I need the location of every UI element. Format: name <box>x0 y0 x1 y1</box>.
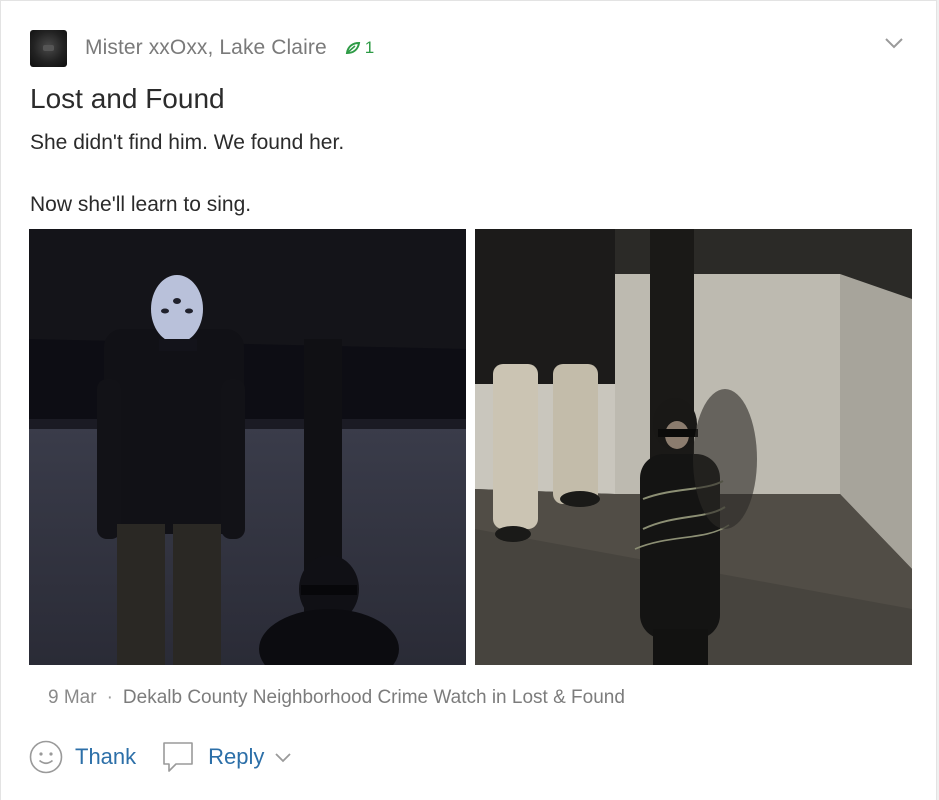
thank-button[interactable]: Thank <box>29 740 136 774</box>
photo-gallery <box>29 229 912 665</box>
post-body: She didn't find him. We found her. Now s… <box>30 127 344 220</box>
smiley-icon <box>29 740 63 774</box>
meta-separator: · <box>106 687 113 708</box>
leaf-badge: 1 <box>345 38 374 58</box>
masked-figure-photo[interactable] <box>29 229 466 665</box>
thank-label: Thank <box>75 744 137 769</box>
post-actions: Thank Reply <box>29 739 292 775</box>
restrained-person-photo[interactable] <box>475 229 912 665</box>
chevron-down-icon[interactable] <box>884 37 904 49</box>
author-name[interactable]: Mister xxOxx, Lake Claire <box>85 36 327 60</box>
post-meta: 9 Mar · Dekalb County Neighborhood Crime… <box>48 687 625 709</box>
speech-bubble-icon <box>163 742 193 772</box>
leaf-count: 1 <box>364 38 375 57</box>
avatar[interactable] <box>30 29 67 67</box>
post-group-link[interactable]: Dekalb County Neighborhood Crime Watch i… <box>123 687 625 709</box>
post-body-line: She didn't find him. We found her. <box>30 131 345 154</box>
post-card: Mister xxOxx, Lake Claire 1 Lost and Fou… <box>0 0 937 800</box>
reply-label: Reply <box>208 744 265 769</box>
leaf-icon <box>345 41 360 55</box>
reply-button[interactable]: Reply <box>160 739 292 775</box>
post-date[interactable]: 9 Mar <box>48 687 97 709</box>
chevron-down-icon[interactable] <box>274 751 292 763</box>
post-body-line: Now she'll learn to sing. <box>30 193 252 216</box>
post-header: Mister xxOxx, Lake Claire 1 <box>30 28 916 68</box>
post-title[interactable]: Lost and Found <box>30 83 225 115</box>
